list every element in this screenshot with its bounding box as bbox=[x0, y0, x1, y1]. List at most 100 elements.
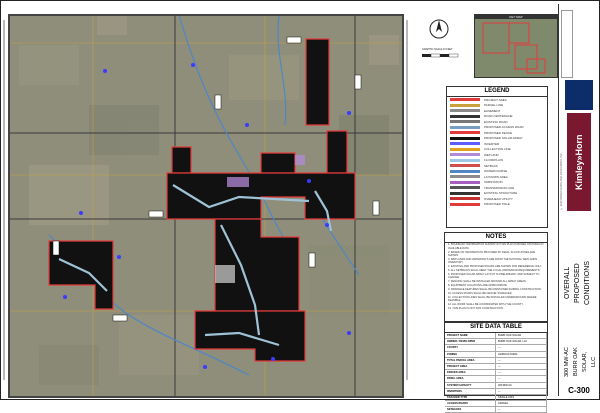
note-item: 13. THIS PLAN IS NOT FOR CONSTRUCTION. bbox=[445, 307, 547, 311]
key-map-title: KEY MAP bbox=[475, 15, 557, 19]
table-cell-value: BURR OAK SOLAR bbox=[496, 333, 547, 338]
legend-swatch bbox=[450, 98, 480, 101]
legend-swatch bbox=[450, 170, 480, 173]
legend-swatch bbox=[450, 131, 480, 134]
table-cell-value: GRAVEL bbox=[496, 401, 547, 406]
legend-label: WATERCOURSE bbox=[484, 169, 507, 173]
legend-label: SUBSTATION bbox=[484, 180, 503, 184]
table-cell-label: ZONING bbox=[445, 352, 496, 357]
legend-label: EXISTING STRUCTURE bbox=[484, 191, 517, 195]
table-cell-label: TRACKER TYPE bbox=[445, 395, 496, 400]
project-name-line: 300 MW-AC bbox=[563, 340, 572, 384]
key-map: KEY MAP bbox=[474, 14, 558, 78]
legend-label: INVERTER bbox=[484, 142, 499, 146]
legend-label: PROPOSED SOLAR ARRAY bbox=[484, 136, 523, 140]
sheet-title-line: OVERALL bbox=[563, 228, 573, 338]
legend-title: LEGEND bbox=[447, 87, 547, 97]
note-item: 1. BOUNDARY INFORMATION SHOWN ON THIS PL… bbox=[445, 243, 547, 250]
brand-logo-box bbox=[565, 80, 593, 110]
note-item: 4. EXISTING AND PROPOSED ROADS ARE SHOWN… bbox=[445, 265, 547, 269]
table-cell-label: INVERTERS bbox=[445, 389, 496, 394]
site-plan-map[interactable] bbox=[8, 14, 404, 398]
legend-panel: LEGEND PROJECT AREAPARCEL LINE EASEMENTRO… bbox=[446, 86, 548, 228]
legend-swatch bbox=[450, 164, 480, 167]
table-cell-label: OWNER / DEVELOPER bbox=[445, 339, 496, 344]
legend-swatch bbox=[450, 142, 480, 145]
legend-label: SETBACK bbox=[484, 164, 498, 168]
graphic-scale: GRAPHIC SCALE IN FEET bbox=[420, 46, 460, 64]
table-cell-value: 300 MW AC bbox=[496, 383, 547, 388]
legend-swatch bbox=[450, 203, 480, 206]
project-name-line: LLC bbox=[590, 340, 599, 384]
legend-swatch bbox=[450, 159, 480, 162]
legend-swatch bbox=[450, 137, 480, 140]
sheet-title: OVERALL PROPOSED CONDITIONS bbox=[563, 228, 595, 338]
notes-title: NOTES bbox=[445, 233, 547, 243]
legend-swatch bbox=[450, 120, 480, 123]
brand-name: Kimley»Horn bbox=[567, 113, 591, 211]
project-name-line: BURR OAK SOLAR, bbox=[572, 340, 590, 384]
fine-print-right bbox=[406, 20, 410, 380]
note-item: 3. WETLANDS AND WATERWAYS ARE FROM THE N… bbox=[445, 257, 547, 264]
fine-print-left bbox=[3, 20, 7, 380]
table-cell-value: — bbox=[496, 389, 547, 394]
table-cell-value: SINGLE AXIS bbox=[496, 395, 547, 400]
legend-label: PROPOSED ACCESS ROAD bbox=[484, 125, 524, 129]
company-address: © 2023 KIMLEY-HORN AND ASSOCIATES, INC. bbox=[560, 114, 566, 210]
table-cell-label: SYSTEM CAPACITY bbox=[445, 383, 496, 388]
note-item: 5. ALL SETBACKS SHALL MEET THE LOCAL ORD… bbox=[445, 269, 547, 273]
sheet-number: C-300 bbox=[561, 386, 597, 395]
key-map-drawing bbox=[475, 15, 557, 77]
legend-item: PROPOSED POLE bbox=[447, 202, 547, 208]
legend-swatch bbox=[450, 197, 480, 200]
legend-swatch bbox=[450, 153, 480, 156]
site-plan-drawing bbox=[9, 15, 403, 397]
table-cell-value: BURR OAK SOLAR, LLC bbox=[496, 339, 547, 344]
legend-label: PARCEL LINE bbox=[484, 103, 503, 107]
legend-label: FLOODPLAIN bbox=[484, 158, 503, 162]
table-cell-label: TOTAL PARCEL AREA bbox=[445, 358, 496, 363]
project-name: 300 MW-AC BURR OAK SOLAR, LLC bbox=[563, 340, 595, 384]
table-row: SETBACKS— bbox=[445, 407, 547, 413]
scale-label: GRAPHIC SCALE IN FEET bbox=[422, 48, 453, 51]
legend-swatch bbox=[450, 104, 480, 107]
legend-label: WETLAND bbox=[484, 153, 499, 157]
revision-block bbox=[561, 10, 573, 78]
table-cell-value: — bbox=[496, 345, 547, 350]
table-cell-label: FENCED AREA bbox=[445, 370, 496, 375]
table-cell-label: PROJECT NAME bbox=[445, 333, 496, 338]
note-item: 11. COLLECTION LINES SHALL BE INSTALLED … bbox=[445, 296, 547, 303]
table-cell-label: COUNTY bbox=[445, 345, 496, 350]
legend-label: EXISTING ROAD bbox=[484, 120, 508, 124]
site-data-table: SITE DATA TABLE PROJECT NAMEBURR OAK SOL… bbox=[444, 322, 548, 396]
legend-label: PROPOSED POLE bbox=[484, 202, 510, 206]
legend-swatch bbox=[450, 148, 480, 151]
table-cell-value: — bbox=[496, 370, 547, 375]
table-cell-value: — bbox=[496, 376, 547, 381]
title-block: © 2023 KIMLEY-HORN AND ASSOCIATES, INC. … bbox=[558, 4, 599, 396]
legend-label: COLLECTION LINE bbox=[484, 147, 511, 151]
table-cell-value: AGRICULTURAL bbox=[496, 352, 547, 357]
table-cell-value: — bbox=[496, 364, 547, 369]
note-item: 6. PROPOSED SOLAR ARRAY LAYOUT IS PRELIM… bbox=[445, 273, 547, 280]
legend-label: LAYDOWN AREA bbox=[484, 175, 508, 179]
legend-label: PROJECT AREA bbox=[484, 98, 507, 102]
legend-label: OVERHEAD UTILITY bbox=[484, 197, 513, 201]
notes-panel: NOTES 1. BOUNDARY INFORMATION SHOWN ON T… bbox=[444, 232, 548, 322]
legend-swatch bbox=[450, 175, 480, 178]
north-arrow-icon bbox=[428, 18, 450, 40]
legend-label: PROPOSED FENCE bbox=[484, 131, 512, 135]
legend-label: ROAD CENTERLINE bbox=[484, 114, 513, 118]
legend-label: TRANSMISSION LINE bbox=[484, 186, 514, 190]
legend-label: EASEMENT bbox=[484, 109, 501, 113]
notes-list: 1. BOUNDARY INFORMATION SHOWN ON THIS PL… bbox=[445, 243, 547, 311]
site-table-title: SITE DATA TABLE bbox=[445, 323, 547, 333]
table-cell-label: ACCESS ROADS bbox=[445, 401, 496, 406]
sheet-title-line: CONDITIONS bbox=[583, 228, 593, 338]
table-cell-label: PANEL AREA bbox=[445, 376, 496, 381]
table-cell-value: — bbox=[496, 358, 547, 363]
table-cell-label: SETBACKS bbox=[445, 407, 496, 412]
legend-swatch bbox=[450, 181, 480, 184]
legend-swatch bbox=[450, 115, 480, 118]
note-item: 2. BASED ON INFORMATION PROVIDED BY FEMA… bbox=[445, 250, 547, 257]
